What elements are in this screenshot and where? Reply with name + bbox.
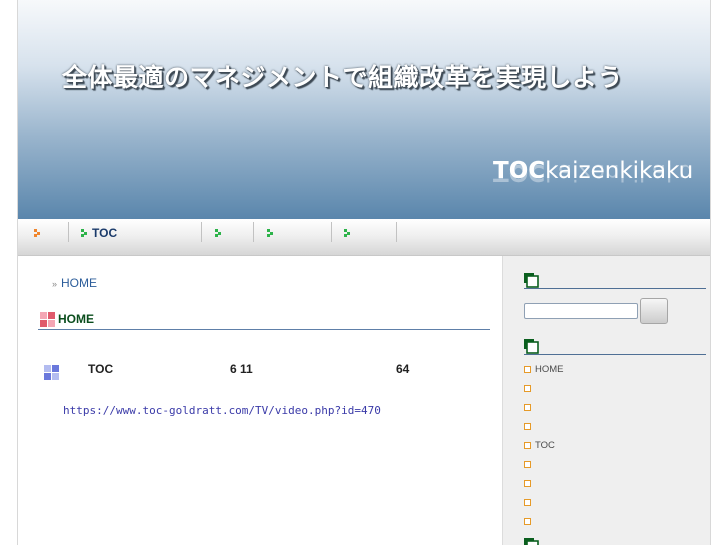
sidebar-search-button[interactable] <box>640 298 668 324</box>
square-bullet-icon <box>524 385 531 392</box>
sidebar: HOME TOC <box>502 256 710 545</box>
sidebar-item[interactable] <box>524 512 706 531</box>
logo-reflection-bold: TOC <box>493 159 546 185</box>
main-content: » HOME HOME TOC 6 11 64 https://www.toc-g… <box>18 256 501 545</box>
window-icon <box>524 273 539 288</box>
nav-item-5[interactable] <box>344 222 355 244</box>
green-arrow-icon <box>215 229 221 237</box>
nav-divider <box>396 222 397 242</box>
square-bullet-icon <box>524 404 531 411</box>
window-icon <box>524 339 539 354</box>
green-arrow-icon <box>344 229 350 237</box>
nav-item-4[interactable] <box>267 222 278 244</box>
breadcrumb: » HOME <box>52 276 97 290</box>
nav-divider <box>68 222 69 242</box>
content-row: TOC 6 11 64 <box>44 362 444 384</box>
nav-item-toc-label: TOC <box>92 226 118 240</box>
entry-label-toc: TOC <box>88 362 114 376</box>
sidebar-item[interactable] <box>524 474 706 493</box>
nav-divider <box>331 222 332 242</box>
section-title: HOME <box>58 312 94 326</box>
logo-reflection-rest: kaizenkikaku <box>545 159 694 185</box>
header-tagline: 全体最適のマネジメントで組織改革を実現しよう <box>62 63 624 92</box>
square-bullet-icon <box>524 480 531 487</box>
orange-arrow-icon <box>34 229 40 237</box>
sidebar-item-label: TOC <box>535 440 555 451</box>
nav-divider <box>253 222 254 242</box>
nav-divider <box>201 222 202 242</box>
square-bullet-icon <box>524 499 531 506</box>
sidebar-item[interactable] <box>524 379 706 398</box>
sidebar-item[interactable] <box>524 417 706 436</box>
sidebar-item[interactable] <box>524 455 706 474</box>
top-nav: TOC <box>18 219 710 256</box>
entry-number: 64 <box>396 362 410 376</box>
sidebar-next-heading <box>524 538 706 545</box>
sidebar-menu: HOME TOC <box>524 360 706 531</box>
breadcrumb-home-link[interactable]: HOME <box>61 276 97 290</box>
section-squares-icon <box>40 312 55 327</box>
logo-reflection: TOCkaizenkikaku <box>493 159 693 185</box>
sidebar-search-heading <box>524 273 706 289</box>
video-link[interactable]: https://www.toc-goldratt.com/TV/video.ph… <box>63 404 381 417</box>
entry-date: 6 11 <box>230 362 253 376</box>
square-bullet-icon <box>524 461 531 468</box>
square-bullet-icon <box>524 423 531 430</box>
sidebar-menu-heading <box>524 339 706 355</box>
square-bullet-icon <box>524 442 531 449</box>
window-icon <box>524 538 539 545</box>
sidebar-item-home[interactable]: HOME <box>524 360 706 379</box>
square-bullet-icon <box>524 366 531 373</box>
entry-squares-icon <box>44 365 59 380</box>
green-arrow-icon <box>267 229 273 237</box>
green-arrow-icon <box>81 229 87 237</box>
nav-item-3[interactable] <box>215 222 226 244</box>
page-frame: 全体最適のマネジメントで組織改革を実現しよう TOCkaizenkikaku T… <box>17 0 711 545</box>
nav-item-1[interactable] <box>34 222 45 244</box>
header-banner: 全体最適のマネジメントで組織改革を実現しよう TOCkaizenkikaku T… <box>18 0 710 219</box>
breadcrumb-separator: » <box>52 279 58 289</box>
sidebar-search-input[interactable] <box>524 303 638 319</box>
sidebar-item[interactable] <box>524 493 706 512</box>
sidebar-item[interactable] <box>524 398 706 417</box>
sidebar-item-label: HOME <box>535 364 564 375</box>
sidebar-item-toc[interactable]: TOC <box>524 436 706 455</box>
square-bullet-icon <box>524 518 531 525</box>
section-heading: HOME <box>38 312 490 330</box>
nav-item-toc[interactable]: TOC <box>81 222 117 244</box>
